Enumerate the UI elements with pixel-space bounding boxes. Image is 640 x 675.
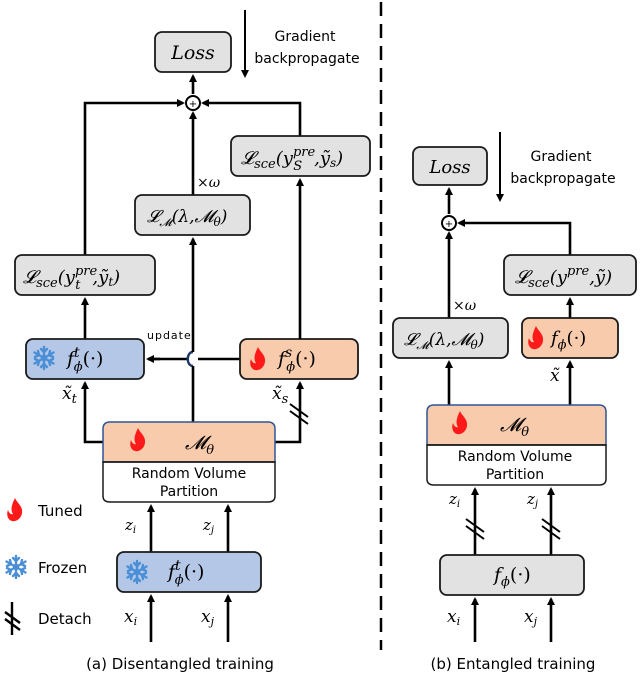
gradient-label-a-line1: Gradient bbox=[275, 29, 336, 45]
caption-a: (a) Disentangled training bbox=[86, 655, 274, 673]
m-to-teacher-arrow bbox=[81, 381, 103, 444]
panel-entangled: Loss Gradient backpropagate + 𝓛sce(ypre,… bbox=[392, 132, 637, 673]
gradient-label-b-line2: backpropagate bbox=[510, 171, 615, 187]
caption-b: (b) Entangled training bbox=[431, 655, 596, 673]
x-j-label-a: xj bbox=[201, 607, 215, 628]
m-loss-box-a: 𝓛𝓜(λ,𝓜θ) bbox=[134, 194, 251, 236]
f-network-box-b: fϕ(·) bbox=[521, 317, 619, 359]
sce-loss-to-sum-arrow-b bbox=[457, 219, 572, 255]
x-j-label-b: xj bbox=[524, 607, 538, 628]
sum-symbol-a: + bbox=[189, 99, 197, 110]
legend-detach-icon bbox=[4, 602, 21, 635]
student-network-box: fs ϕ(·) bbox=[239, 338, 359, 380]
partition-label-a-line1: Random Volume bbox=[132, 466, 246, 482]
loss-box-a: Loss bbox=[154, 31, 232, 73]
sce-loss-box-b: 𝓛sce(ypre,ỹ) bbox=[503, 254, 637, 296]
diagram-canvas: Loss Gradient backpropagate + 𝓛sce(ypre S… bbox=[4, 2, 637, 673]
z-j-label-b: zj bbox=[526, 490, 538, 510]
m-theta-module-a: 𝓜θ Random Volume Partition bbox=[102, 421, 276, 503]
legend: Tuned Frozen Detach bbox=[4, 498, 92, 635]
legend-tuned-label: Tuned bbox=[37, 502, 83, 520]
teacher-network-box: ft ϕ(·) bbox=[25, 338, 145, 380]
omega-label-a: ×ω bbox=[197, 175, 221, 191]
z-i-label-b: zi bbox=[448, 490, 460, 510]
loss-box-b: Loss bbox=[412, 146, 488, 186]
line-hop bbox=[186, 350, 194, 368]
omega-label-b: ×ω bbox=[453, 298, 477, 314]
m-loss-box-b: 𝓛𝓜(λ,𝓜θ) bbox=[392, 317, 509, 359]
x-i-label-a: xi bbox=[124, 607, 137, 628]
gradient-label-b-line1: Gradient bbox=[531, 149, 592, 165]
x-i-label-b: xi bbox=[447, 607, 460, 628]
legend-flame-icon bbox=[7, 498, 23, 522]
gradient-label-a-line2: backpropagate bbox=[254, 51, 359, 67]
student-loss-to-sum-arrow bbox=[201, 99, 302, 136]
encoder-box-a: ft ϕ(·) bbox=[116, 551, 262, 593]
x-tilde-label-b: x̃ bbox=[550, 366, 560, 386]
update-label: update bbox=[147, 329, 192, 342]
loss-label-a: Loss bbox=[170, 42, 215, 64]
legend-snowflake-icon bbox=[5, 554, 27, 580]
z-j-label-a: zj bbox=[202, 516, 214, 536]
encoder-box-b: fϕ(·) bbox=[439, 554, 585, 596]
partition-label-b-line2: Partition bbox=[486, 467, 544, 483]
student-sce-loss-box: 𝓛sce(ypre S ,ỹs) bbox=[230, 135, 371, 177]
z-i-label-a: zi bbox=[124, 516, 136, 536]
partition-label-a-line2: Partition bbox=[160, 484, 218, 500]
x-tilde-s-label: x̃s bbox=[272, 384, 289, 407]
sum-symbol-b: + bbox=[445, 219, 453, 230]
legend-detach-label: Detach bbox=[38, 610, 92, 628]
m-theta-module-b: 𝓜θ Random Volume Partition bbox=[426, 404, 607, 486]
partition-label-b-line1: Random Volume bbox=[458, 449, 572, 465]
legend-frozen-label: Frozen bbox=[38, 559, 87, 577]
loss-label-b: Loss bbox=[428, 157, 470, 178]
teacher-sce-loss-box: 𝓛sce(ypre t ,ỹt) bbox=[14, 254, 156, 296]
x-tilde-t-label: x̃t bbox=[62, 384, 78, 407]
